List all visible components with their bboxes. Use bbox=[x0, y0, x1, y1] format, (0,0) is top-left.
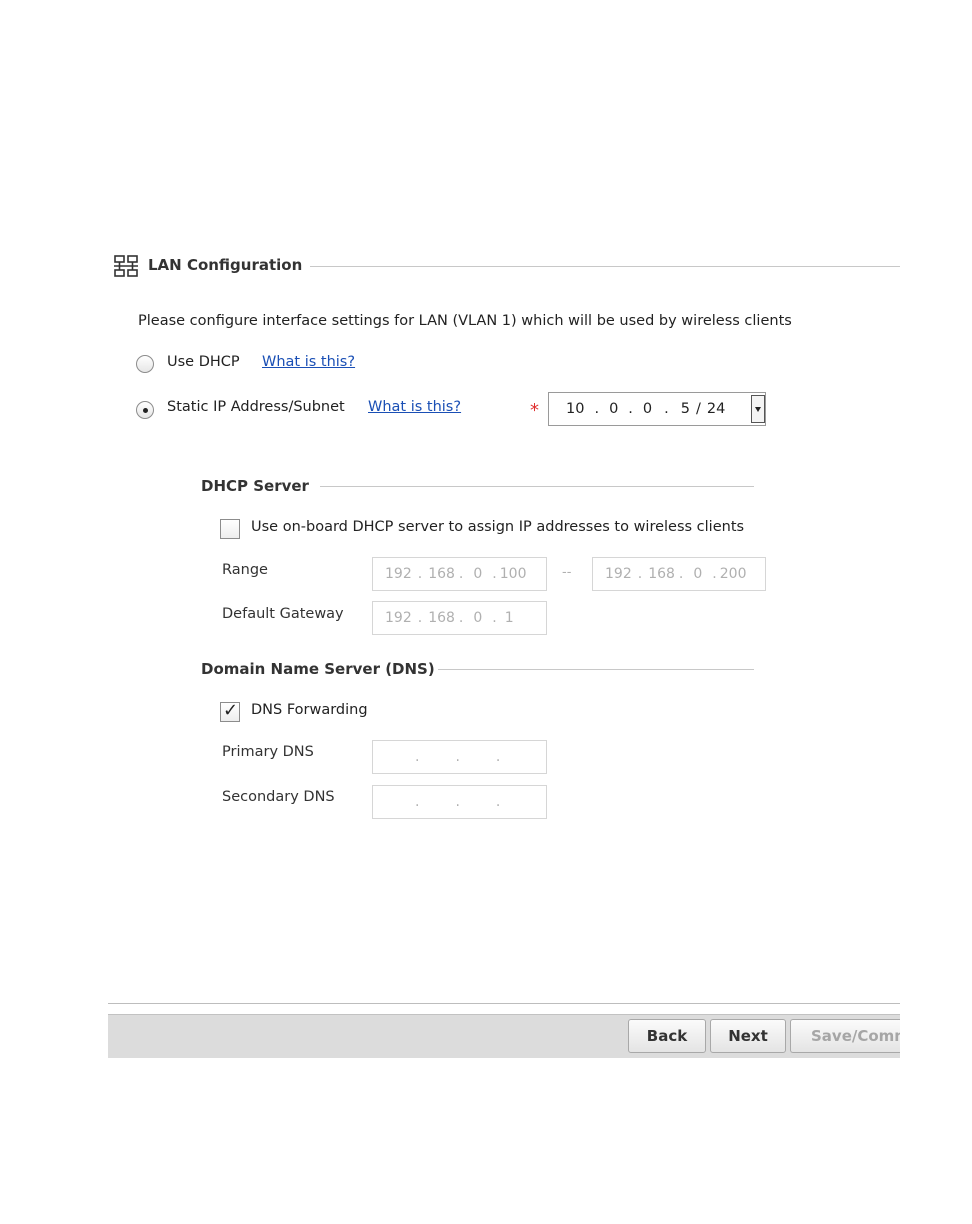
back-button[interactable]: Back bbox=[628, 1019, 706, 1053]
ip-dot: . bbox=[458, 566, 464, 582]
secondary-dns-input[interactable]: . . . bbox=[372, 785, 547, 819]
static-ip-dot: . bbox=[594, 401, 600, 417]
lan-description: Please configure interface settings for … bbox=[138, 313, 792, 329]
static-ip-dot: . bbox=[664, 401, 669, 417]
primary-dns-label: Primary DNS bbox=[222, 744, 314, 760]
dns-forwarding-checkbox[interactable]: ✓ bbox=[220, 700, 240, 722]
ip-dot: . bbox=[455, 749, 460, 765]
checkmark-icon: ✓ bbox=[223, 700, 239, 721]
ip-octet: 168 bbox=[428, 610, 455, 626]
ip-octet: 192 bbox=[385, 610, 412, 626]
dhcp-server-title: DHCP Server bbox=[201, 477, 309, 495]
ip-dot: . bbox=[637, 566, 643, 582]
static-ip-input[interactable]: 10 . 0 . 0 . 5 / 24 bbox=[548, 392, 766, 426]
save-commit-button[interactable]: Save/Commit bbox=[790, 1019, 900, 1053]
ip-octet: 0 bbox=[473, 566, 483, 582]
dns-title: Domain Name Server (DNS) bbox=[201, 660, 435, 678]
static-ip-slash: / bbox=[695, 401, 701, 417]
ip-dot: . bbox=[492, 610, 497, 626]
default-gateway-input[interactable]: 192 . 168 . 0 . 1 bbox=[372, 601, 547, 635]
static-ip-octet-2: 0 bbox=[609, 401, 619, 417]
ip-octet: 0 bbox=[693, 566, 703, 582]
range-end-input[interactable]: 192 . 168 . 0 . 200 bbox=[592, 557, 766, 591]
ip-dot: . bbox=[415, 794, 420, 810]
save-commit-label: Save/Commit bbox=[811, 1027, 900, 1045]
ip-dot: . bbox=[712, 566, 717, 582]
ip-dot: . bbox=[417, 610, 423, 626]
static-ip-dot: . bbox=[628, 401, 633, 417]
lan-divider bbox=[310, 266, 900, 267]
ip-octet: 168 bbox=[648, 566, 675, 582]
ip-octet: 100 bbox=[499, 566, 527, 582]
static-ip-help-link[interactable]: What is this? bbox=[368, 399, 461, 415]
onboard-dhcp-label[interactable]: Use on-board DHCP server to assign IP ad… bbox=[251, 519, 744, 535]
range-separator: -- bbox=[562, 565, 572, 580]
ip-dot: . bbox=[455, 794, 460, 810]
static-ip-label[interactable]: Static IP Address/Subnet bbox=[167, 399, 345, 415]
range-start-input[interactable]: 192 . 168 . 0 . 100 bbox=[372, 557, 547, 591]
ip-octet: 192 bbox=[605, 566, 632, 582]
secondary-dns-label: Secondary DNS bbox=[222, 789, 335, 805]
ip-dot: . bbox=[492, 566, 497, 582]
ip-octet: 200 bbox=[719, 566, 747, 582]
use-dhcp-radio[interactable] bbox=[136, 355, 154, 373]
static-ip-radio[interactable] bbox=[136, 401, 154, 419]
ip-octet: 168 bbox=[428, 566, 455, 582]
static-ip-octet-1: 10 bbox=[566, 401, 585, 417]
ip-octet: 0 bbox=[473, 610, 483, 626]
range-label: Range bbox=[222, 562, 268, 578]
network-icon bbox=[114, 255, 140, 279]
use-dhcp-label[interactable]: Use DHCP bbox=[167, 354, 240, 370]
static-ip-octet-4: 5 bbox=[680, 401, 690, 417]
ip-dot: . bbox=[678, 566, 684, 582]
ip-octet: 192 bbox=[385, 566, 412, 582]
ip-dot: . bbox=[417, 566, 423, 582]
default-gateway-label: Default Gateway bbox=[222, 606, 344, 622]
static-ip-octet-3: 0 bbox=[642, 401, 653, 417]
onboard-dhcp-checkbox[interactable] bbox=[220, 519, 240, 539]
static-ip-mask: 24 bbox=[706, 401, 726, 417]
ip-dot: . bbox=[495, 749, 501, 765]
subnet-dropdown-button[interactable] bbox=[751, 395, 765, 423]
lan-config-title: LAN Configuration bbox=[148, 256, 303, 274]
use-dhcp-help-link[interactable]: What is this? bbox=[262, 354, 355, 370]
ip-dot: . bbox=[458, 610, 464, 626]
ip-dot: . bbox=[495, 794, 501, 810]
ip-octet: 1 bbox=[504, 610, 514, 626]
next-button[interactable]: Next bbox=[710, 1019, 786, 1053]
ip-dot: . bbox=[415, 749, 420, 765]
dhcp-server-divider bbox=[320, 486, 754, 487]
dns-forwarding-label[interactable]: DNS Forwarding bbox=[251, 702, 368, 718]
primary-dns-input[interactable]: . . . bbox=[372, 740, 547, 774]
dns-divider bbox=[438, 669, 754, 670]
required-marker: * bbox=[530, 400, 539, 421]
footer-divider bbox=[108, 1003, 900, 1004]
